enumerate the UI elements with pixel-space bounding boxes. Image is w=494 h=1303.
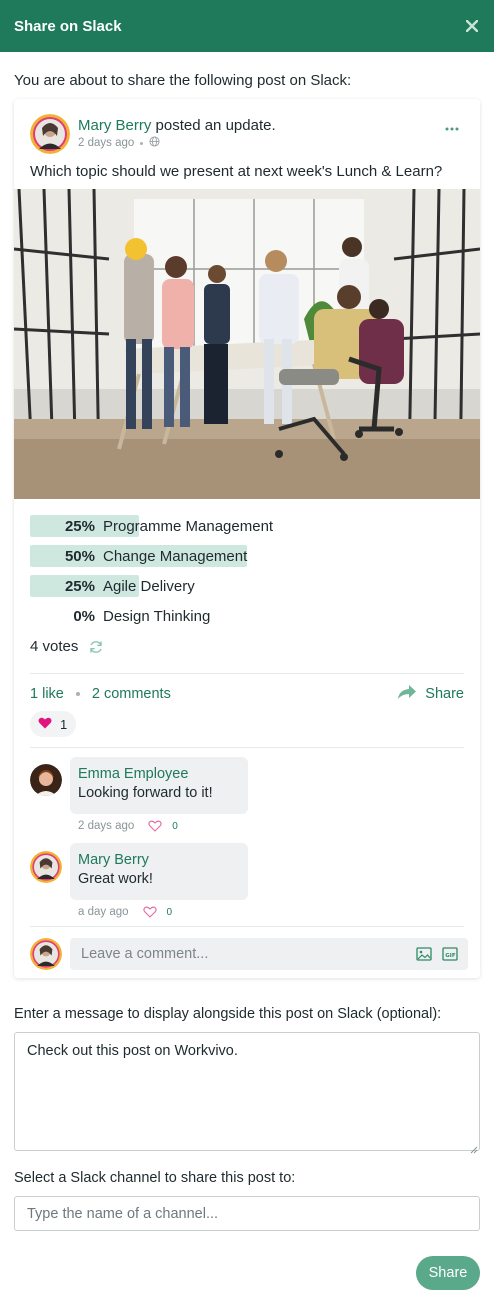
- separator-dot: [140, 141, 144, 145]
- poll-label: Agile Delivery: [103, 577, 195, 595]
- post-card: Mary Berry posted an update. 2 days ago …: [14, 99, 480, 978]
- comment-text: Looking forward to it!: [78, 785, 213, 801]
- channel-input[interactable]: [14, 1196, 480, 1231]
- modal-title: Share on Slack: [14, 17, 122, 35]
- votes-count: 4 votes: [30, 638, 79, 655]
- poll-label: Programme Management: [103, 517, 274, 535]
- globe-icon: [149, 136, 160, 150]
- post-author-name[interactable]: Mary Berry: [78, 117, 151, 134]
- comments-link[interactable]: 2 comments: [92, 686, 171, 702]
- svg-text:GIF: GIF: [445, 953, 456, 959]
- divider: [30, 747, 464, 748]
- poll: 25% Programme Management 50% Change Mana…: [30, 515, 464, 635]
- heart-outline-icon[interactable]: [148, 820, 162, 832]
- modal-header: Share on Slack: [0, 0, 494, 52]
- intro-text: You are about to share the following pos…: [14, 72, 352, 89]
- poll-label: Design Thinking: [103, 607, 211, 625]
- resize-handle-icon[interactable]: [470, 1141, 478, 1154]
- poll-label: Change Management: [103, 547, 248, 565]
- close-icon[interactable]: [464, 16, 480, 36]
- avatar[interactable]: [30, 851, 62, 883]
- comment-meta: 2 days ago 0: [78, 820, 178, 832]
- comment-time: 2 days ago: [78, 820, 135, 832]
- reaction-count: 1: [60, 716, 68, 732]
- separator-dot: [75, 692, 80, 696]
- avatar: [30, 938, 62, 970]
- heart-icon: [38, 717, 52, 732]
- comment-meta: a day ago 0: [78, 906, 172, 918]
- post-actions: 1 like 2 comments Share: [30, 684, 464, 704]
- comment-input[interactable]: [70, 938, 468, 970]
- poll-percent: 25%: [64, 577, 95, 595]
- post-image[interactable]: [14, 189, 480, 499]
- share-button[interactable]: Share: [416, 1256, 480, 1290]
- poll-percent: 0%: [73, 607, 95, 625]
- comment-author[interactable]: Mary Berry: [78, 852, 240, 868]
- poll-option[interactable]: 0% Design Thinking: [30, 605, 464, 627]
- gif-icon[interactable]: GIF: [442, 946, 458, 962]
- comment-time: a day ago: [78, 906, 129, 918]
- message-label: Enter a message to display alongside thi…: [14, 1006, 442, 1022]
- more-options-icon[interactable]: [444, 121, 460, 131]
- avatar[interactable]: [30, 114, 70, 154]
- post-question: Which topic should we present at next we…: [30, 163, 443, 180]
- divider: [30, 673, 464, 674]
- heart-outline-icon[interactable]: [142, 906, 157, 918]
- poll-percent: 50%: [64, 547, 95, 565]
- post-author-line: Mary Berry posted an update.: [78, 117, 276, 134]
- comment-bubble: Emma Employee Looking forward to it!: [70, 757, 248, 814]
- share-label: Share: [425, 686, 464, 702]
- comment-author[interactable]: Emma Employee: [78, 766, 240, 782]
- refresh-icon[interactable]: [88, 639, 104, 655]
- poll-option[interactable]: 25% Programme Management: [30, 515, 464, 537]
- heart-reaction[interactable]: 1: [30, 711, 76, 737]
- poll-percent: 25%: [64, 517, 95, 535]
- share-arrow-icon: [397, 684, 417, 704]
- comment-bubble: Mary Berry Great work!: [70, 843, 248, 900]
- poll-votes: 4 votes: [30, 638, 104, 655]
- comment-like-count: 0: [166, 906, 173, 918]
- image-icon[interactable]: [416, 946, 432, 962]
- poll-option[interactable]: 25% Agile Delivery: [30, 575, 464, 597]
- comment-text: Great work!: [78, 871, 153, 887]
- share-post-button[interactable]: Share: [397, 684, 464, 704]
- likes-link[interactable]: 1 like: [30, 686, 64, 702]
- post-meta: 2 days ago: [78, 136, 160, 150]
- avatar[interactable]: [30, 764, 62, 796]
- message-textarea[interactable]: Check out this post on Workvivo.: [14, 1032, 480, 1151]
- post-action-text: posted an update.: [155, 117, 276, 134]
- comment-like-count: 0: [172, 820, 178, 832]
- post-time: 2 days ago: [78, 137, 135, 149]
- divider: [30, 926, 464, 927]
- channel-label: Select a Slack channel to share this pos…: [14, 1170, 296, 1186]
- poll-option[interactable]: 50% Change Management: [30, 545, 464, 567]
